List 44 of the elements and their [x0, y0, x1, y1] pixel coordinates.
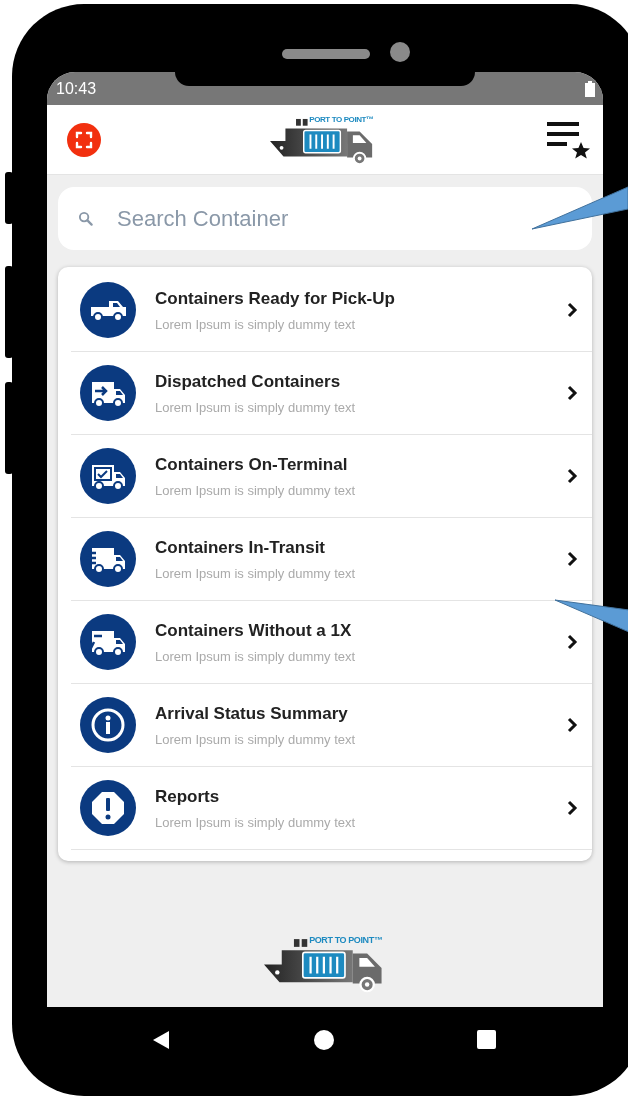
back-icon[interactable]: [151, 1029, 171, 1050]
menu-item[interactable]: Containers Without a 1X Lorem Ipsum is simply dummy text: [71, 601, 592, 684]
menu-item-subtitle: Lorem Ipsum is simply dummy text: [155, 731, 357, 747]
menu-item-title: Dispatched Containers: [155, 371, 342, 392]
logo-text: PORT TO POINT™: [309, 935, 383, 945]
logo-text: PORT TO POINT™: [309, 114, 374, 124]
status-time: 10:43: [56, 79, 97, 98]
alert-icon: [80, 780, 136, 836]
menu-item-title: Containers Ready for Pick-Up: [155, 288, 396, 309]
chevron-right-icon: [566, 799, 578, 817]
menu-item-subtitle: Lorem Ipsum is simply dummy text: [155, 482, 357, 498]
menu-item-subtitle: Lorem Ipsum is simply dummy text: [155, 814, 357, 830]
chevron-right-icon: [566, 716, 578, 734]
scan-icon[interactable]: [67, 122, 101, 157]
menu-item[interactable]: Dispatched Containers Lorem Ipsum is simply dummy text: [71, 352, 592, 435]
menu-item-subtitle: Lorem Ipsum is simply dummy text: [155, 565, 357, 581]
menu-item-title: Containers Without a 1X: [155, 620, 353, 641]
chevron-right-icon: [566, 550, 578, 568]
chevron-right-icon: [566, 301, 578, 319]
menu-item-title: Arrival Status Summary: [155, 703, 349, 724]
battery-icon: [585, 80, 595, 97]
truck-check-icon: [80, 448, 136, 504]
tow-truck-icon: [80, 614, 136, 670]
menu-item-title: Containers On-Terminal: [155, 454, 349, 475]
menu-item-title: Reports: [155, 786, 221, 807]
menu-star-icon[interactable]: [545, 119, 591, 160]
menu-item[interactable]: Containers On-Terminal Lorem Ipsum is simply dummy text: [71, 435, 592, 518]
menu-item[interactable]: Containers In-Transit Lorem Ipsum is simply dummy text: [71, 518, 592, 601]
pickup-truck-icon: [80, 282, 136, 338]
menu-item[interactable]: Arrival Status Summary Lorem Ipsum is simply dummy text: [71, 684, 592, 767]
menu-item-title: Containers In-Transit: [155, 537, 327, 558]
chevron-right-icon: [566, 384, 578, 402]
search-field[interactable]: Search Container: [58, 187, 592, 250]
menu-item[interactable]: Containers Ready for Pick-Up Lorem Ipsum is simply dummy text: [71, 269, 592, 352]
menu-item-subtitle: Lorem Ipsum is simply dummy text: [155, 648, 357, 664]
chevron-right-icon: [566, 633, 578, 651]
menu-item[interactable]: Reports Lorem Ipsum is simply dummy text: [71, 767, 592, 850]
menu-item-subtitle: Lorem Ipsum is simply dummy text: [155, 399, 357, 415]
info-icon: [80, 697, 136, 753]
camera-lens: [390, 42, 410, 62]
chevron-right-icon: [566, 467, 578, 485]
fast-truck-icon: [80, 531, 136, 587]
menu-item-subtitle: Lorem Ipsum is simply dummy text: [155, 316, 357, 332]
home-icon[interactable]: [314, 1029, 334, 1050]
